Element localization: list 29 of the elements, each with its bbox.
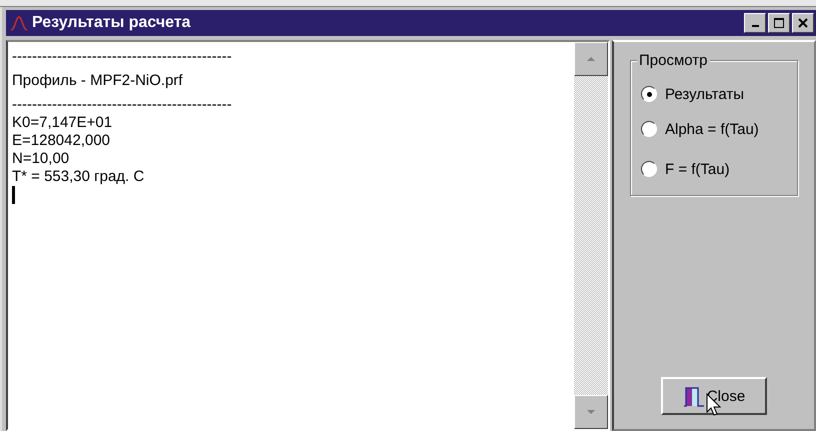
results-text-area[interactable]: -------------------------------------------- Профиль - MPF2-NiO.prf -------------------------------------------- K0=7,147E+01 E=128042,000 N=10,00 T* = 553,30 град. C xyxy=(6,40,610,431)
result-line: K0=7,147E+01 xyxy=(12,114,114,132)
radio-button[interactable] xyxy=(641,161,657,177)
maximize-button[interactable] xyxy=(768,13,790,33)
radio-label[interactable]: Alpha = f(Tau) xyxy=(665,120,759,138)
result-line: E=128042,000 xyxy=(12,132,112,150)
result-line: N=10,00 xyxy=(12,150,70,168)
radio-label[interactable]: F = f(Tau) xyxy=(665,160,730,178)
group-title: Просмотр xyxy=(637,52,710,69)
close-button[interactable] xyxy=(792,13,814,33)
maximize-icon xyxy=(774,18,784,28)
result-line: Профиль - MPF2-NiO.prf xyxy=(12,71,184,91)
close-icon xyxy=(798,18,808,28)
scroll-up-button[interactable] xyxy=(574,42,608,76)
radio-button[interactable] xyxy=(641,86,657,102)
minimize-button[interactable] xyxy=(744,13,766,33)
down-arrow-icon xyxy=(586,409,596,415)
radio-label[interactable]: Результаты xyxy=(665,86,744,102)
minimize-icon xyxy=(752,25,758,27)
text-cursor xyxy=(12,186,15,204)
up-arrow-icon xyxy=(586,56,596,62)
peak-curve-icon xyxy=(10,15,28,31)
vertical-scrollbar[interactable] xyxy=(574,42,608,429)
result-line: T* = 553,30 град. C xyxy=(12,168,146,186)
scroll-down-button[interactable] xyxy=(574,395,608,429)
window-title: Результаты расчета xyxy=(32,14,192,32)
radio-button[interactable] xyxy=(641,121,657,137)
result-line: -------------------------------------------- xyxy=(12,48,233,66)
result-line: -------------------------------------------- xyxy=(12,96,233,114)
